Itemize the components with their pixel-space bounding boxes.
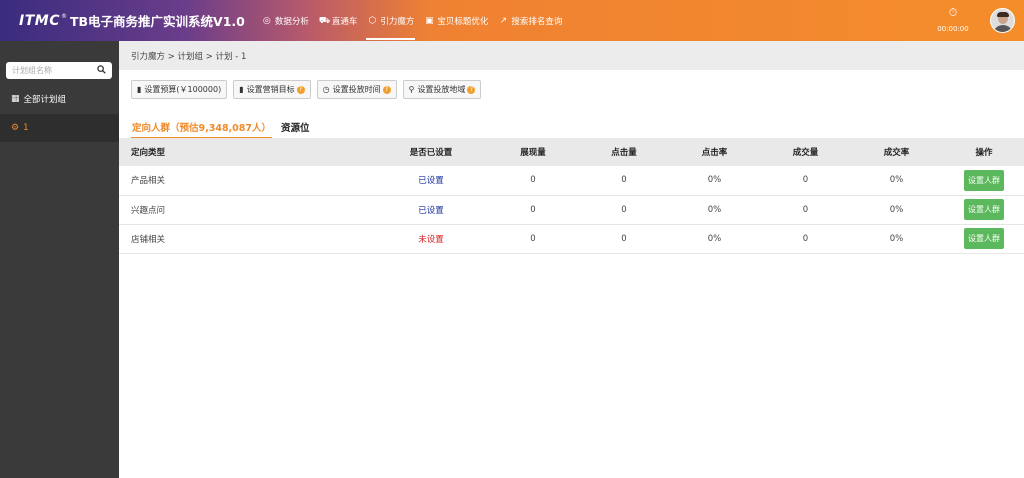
gear-icon: ⚙	[11, 123, 20, 133]
ctr-cell: 0%	[707, 204, 722, 215]
clock-icon: ◷	[322, 85, 330, 94]
clicks-cell: 0	[621, 204, 627, 215]
main-nav: ◎ 数据分析 ⛟ 直通车 ⬡ 引力魔方 ▣ 宝贝标题优化 ↗ 搜索排名查询	[257, 0, 568, 41]
bar-chart-icon: ▮	[239, 85, 244, 94]
help-icon: ?	[467, 85, 476, 94]
ctr-cell: 0%	[707, 175, 722, 186]
impressions-cell: 0	[530, 233, 536, 244]
table-row: 兴趣点问 已设置 0 0 0% 0 0% 设置人群	[119, 195, 1024, 224]
bar-chart-icon: ▮	[137, 85, 142, 94]
nav-item-label: 数据分析	[274, 16, 309, 27]
tag-icon: ▣	[425, 15, 434, 26]
nav-item-label: 搜索排名查询	[511, 16, 563, 27]
set-audience-button[interactable]: 设置人群	[964, 199, 1004, 220]
target-icon: ◎	[262, 15, 271, 26]
nav-item-title-optimization[interactable]: ▣ 宝贝标题优化	[419, 0, 493, 41]
nav-item-label: 引力魔方	[380, 16, 415, 27]
top-header: ITMC ® TB电子商务推广实训系统V1.0 ◎ 数据分析 ⛟ 直通车 ⬡ 引…	[0, 0, 1024, 41]
conversion-cell: 0%	[889, 175, 904, 186]
column-header: 是否已设置	[409, 148, 453, 158]
set-audience-button[interactable]: 设置人群	[964, 228, 1004, 249]
avatar-body	[993, 25, 1013, 32]
tab-resource-slot[interactable]: 资源位	[280, 115, 311, 139]
conversion-cell: 0%	[889, 233, 904, 244]
sidebar-item-label: 全部计划组	[23, 95, 67, 105]
cube-icon: ⬡	[368, 15, 377, 26]
nav-item-search-ranking[interactable]: ↗ 搜索排名查询	[493, 0, 567, 41]
targeting-type: 产品相关	[131, 176, 166, 187]
deals-cell: 0	[802, 175, 809, 186]
set-delivery-time-button[interactable]: ◷ 设置投放时间 ?	[316, 80, 397, 99]
targeting-type: 兴趣点问	[131, 205, 166, 216]
set-delivery-region-button[interactable]: ⚲ 设置投放地域 ?	[402, 80, 482, 99]
nav-item-gravity-cube[interactable]: ⬡ 引力魔方	[362, 0, 419, 41]
nav-item-label: 宝贝标题优化	[437, 16, 489, 27]
nav-item-through-train[interactable]: ⛟ 直通车	[314, 0, 363, 41]
action-cell: 设置人群	[944, 224, 1024, 253]
timer: ⏱ 00:00:00	[937, 6, 969, 34]
sidebar-search	[6, 62, 112, 79]
breadcrumb: 引力魔方 > 计划组 > 计划 - 1	[119, 41, 1024, 70]
registered-mark: ®	[60, 13, 67, 20]
stopwatch-icon: ⏱	[948, 6, 958, 19]
status-badge: 已设置	[418, 205, 444, 216]
itmc-logo: ITMC	[19, 12, 60, 29]
search-input[interactable]	[12, 66, 92, 75]
sidebar-item-plan-1[interactable]: ⚙ 1	[0, 114, 119, 142]
conversion-cell: 0%	[889, 204, 904, 215]
clicks-cell: 0	[621, 233, 627, 244]
sidebar: ▦ 全部计划组 ⚙ 1	[0, 41, 119, 478]
search-icon[interactable]	[97, 64, 106, 77]
column-header: 操作	[975, 148, 993, 158]
help-icon: ?	[296, 85, 305, 94]
status-badge: 未设置	[418, 234, 444, 245]
grid-icon: ▦	[11, 94, 20, 104]
location-pin-icon: ⚲	[408, 85, 415, 94]
column-header: 点击量	[611, 148, 637, 158]
status-badge: 已设置	[418, 176, 444, 187]
impressions-cell: 0	[530, 204, 536, 215]
avatar[interactable]	[990, 8, 1015, 33]
sidebar-item-all-plan-groups[interactable]: ▦ 全部计划组	[0, 85, 119, 113]
button-label: 设置投放地域	[417, 85, 466, 94]
avatar-hair	[997, 12, 1009, 17]
button-label: 设置预算(￥100000)	[144, 85, 222, 94]
table-row: 产品相关 已设置 0 0 0% 0 0% 设置人群	[119, 166, 1024, 195]
nav-item-label: 直通车	[331, 16, 358, 27]
deals-cell: 0	[802, 233, 809, 244]
button-label: 设置营销目标	[246, 85, 295, 94]
app-title: TB电子商务推广实训系统V1.0	[69, 14, 245, 29]
nav-item-data-analysis[interactable]: ◎ 数据分析	[257, 0, 314, 41]
column-header: 成交量	[792, 148, 819, 158]
impressions-cell: 0	[530, 175, 536, 186]
column-header: 点击率	[701, 148, 728, 158]
car-icon: ⛟	[318, 15, 331, 26]
main-content: 引力魔方 > 计划组 > 计划 - 1 ▮ 设置预算(￥100000) ▮ 设置…	[119, 41, 1024, 478]
table-header-row: 定向类型 是否已设置 展现量 点击量 点击率 成交量 成交率 操作	[119, 138, 1024, 166]
timer-value: 00:00:00	[937, 25, 969, 33]
deals-cell: 0	[802, 204, 809, 215]
targeting-type: 店铺相关	[131, 234, 166, 245]
help-icon: ?	[382, 85, 391, 94]
trend-icon: ↗	[499, 15, 508, 26]
button-label: 设置投放时间	[332, 85, 381, 94]
toolbar: ▮ 设置预算(￥100000) ▮ 设置营销目标 ? ◷ 设置投放时间 ? ⚲ …	[131, 80, 487, 99]
action-cell: 设置人群	[944, 166, 1024, 195]
column-header: 展现量	[520, 148, 546, 158]
set-audience-button[interactable]: 设置人群	[964, 169, 1004, 191]
targeting-table: 定向类型 是否已设置 展现量 点击量 点击率 成交量 成交率 操作 产品相关 已…	[119, 138, 1024, 254]
set-budget-button[interactable]: ▮ 设置预算(￥100000)	[131, 80, 228, 99]
brand: ITMC ® TB电子商务推广实训系统V1.0	[19, 11, 245, 30]
column-header: 成交率	[883, 148, 910, 158]
sidebar-item-label: 1	[23, 123, 29, 133]
tab-targeted-audience[interactable]: 定向人群（预估9,348,087人）	[131, 115, 272, 139]
ctr-cell: 0%	[707, 233, 722, 244]
column-header: 定向类型	[131, 148, 166, 158]
action-cell: 设置人群	[944, 195, 1024, 224]
clicks-cell: 0	[621, 175, 627, 186]
tab-bar: 定向人群（预估9,348,087人） 资源位	[131, 115, 319, 139]
set-marketing-goal-button[interactable]: ▮ 设置营销目标 ?	[233, 80, 311, 99]
table-row: 店铺相关 未设置 0 0 0% 0 0% 设置人群	[119, 224, 1024, 253]
